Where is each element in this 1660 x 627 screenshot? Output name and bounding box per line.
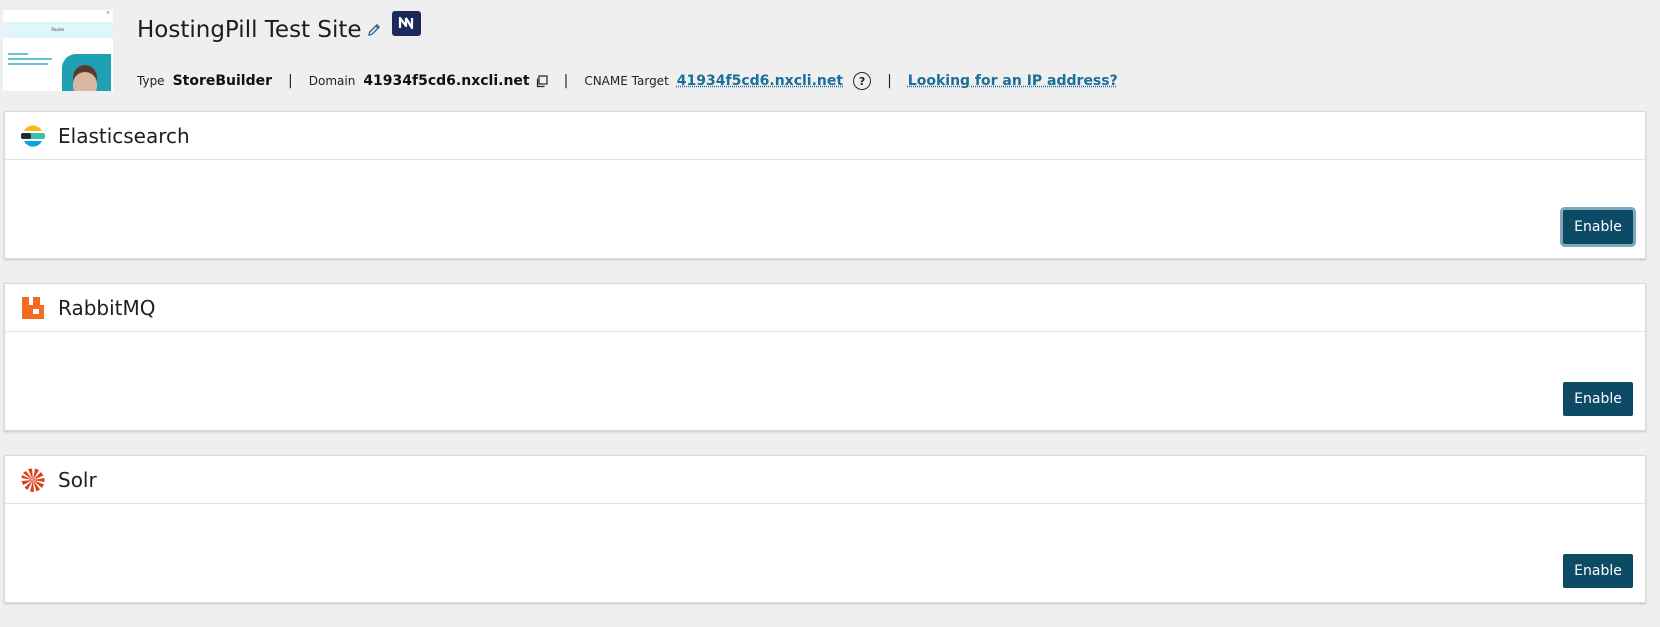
ip-address-link[interactable]: Looking for an IP address? xyxy=(908,73,1118,89)
domain-value: 41934f5cd6.nxcli.net xyxy=(363,73,530,89)
cname-label: CNAME Target xyxy=(584,74,669,88)
service-name: Solr xyxy=(58,467,97,492)
thumbnail-text-lines xyxy=(8,53,58,68)
domain-label: Domain xyxy=(308,74,356,88)
elasticsearch-icon xyxy=(20,123,46,149)
service-card-elasticsearch: Elasticsearch Enable xyxy=(4,111,1646,259)
enable-rabbitmq-button[interactable]: Enable xyxy=(1563,382,1633,416)
solr-icon xyxy=(20,467,46,493)
card-header: RabbitMQ xyxy=(5,284,1645,332)
type-label: Type xyxy=(137,74,165,88)
card-header: Elasticsearch xyxy=(5,112,1645,160)
separator: | xyxy=(563,73,569,89)
enable-elasticsearch-button[interactable]: Enable xyxy=(1563,210,1633,244)
separator: | xyxy=(887,73,892,89)
card-header: Solr xyxy=(5,456,1645,504)
thumbnail-label: Router xyxy=(51,27,65,32)
thumbnail-close-icon: × xyxy=(105,10,110,16)
site-meta: Type StoreBuilder | Domain 41934f5cd6.nx… xyxy=(137,70,1118,92)
thumbnail-person-image xyxy=(73,65,97,91)
title-row: HostingPill Test Site xyxy=(137,10,421,50)
help-icon[interactable]: ? xyxy=(853,72,872,90)
site-header: × Router HostingPill Test Site Type Stor… xyxy=(0,0,1660,100)
separator: | xyxy=(288,73,293,89)
service-name: RabbitMQ xyxy=(58,295,156,320)
pencil-icon[interactable] xyxy=(366,22,382,38)
type-value: StoreBuilder xyxy=(172,73,273,89)
copy-icon[interactable] xyxy=(535,74,548,88)
services-page: × Router HostingPill Test Site Type Stor… xyxy=(0,0,1660,627)
site-thumbnail[interactable]: × Router xyxy=(3,10,113,91)
nexcess-logo-icon xyxy=(391,10,421,36)
rabbitmq-icon xyxy=(20,295,46,321)
enable-solr-button[interactable]: Enable xyxy=(1563,554,1633,588)
page-title: HostingPill Test Site xyxy=(137,17,362,43)
service-card-rabbitmq: RabbitMQ Enable xyxy=(4,283,1646,431)
service-name: Elasticsearch xyxy=(58,123,190,148)
cname-link[interactable]: 41934f5cd6.nxcli.net xyxy=(677,73,843,89)
service-card-solr: Solr Enable xyxy=(4,455,1646,603)
